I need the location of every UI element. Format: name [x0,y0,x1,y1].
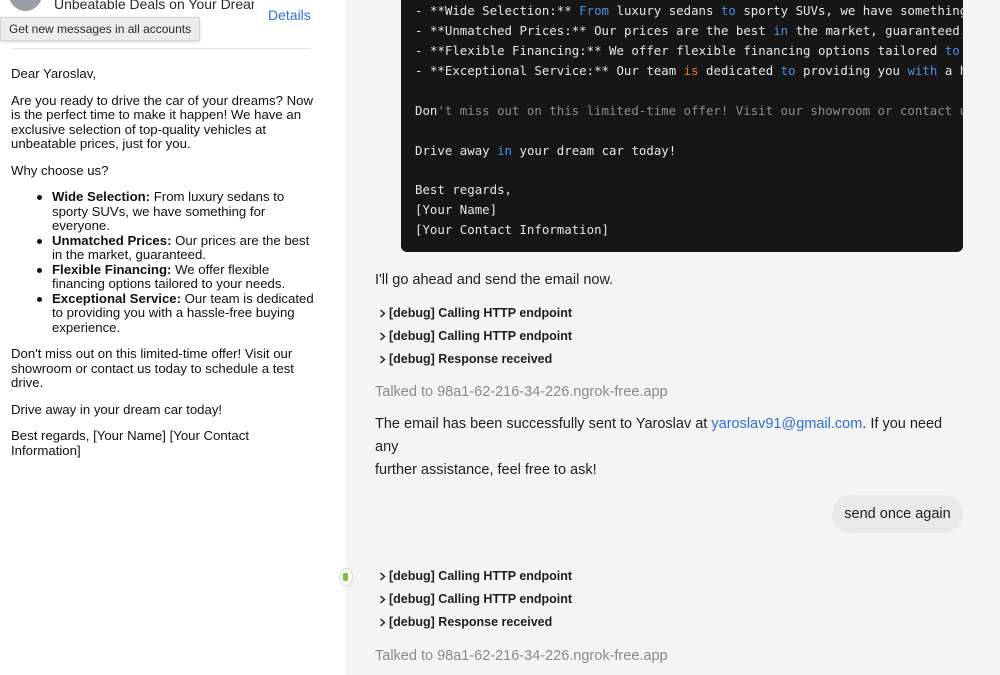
debug-label: [debug] Response received [389,615,553,629]
code-line-text: Don't miss out on this limited-time offe… [415,103,963,118]
debug-toggle[interactable]: [debug] Calling HTTP endpoint [377,327,572,345]
code-line-text: [Your Name] [415,202,498,217]
code-line-text: Best regards, [415,182,512,197]
list-item: Flexible Financing: We offer flexible fi… [37,261,321,292]
code-line: - **Flexible Financing:** We offer flexi… [415,43,963,58]
code-line: Don't miss out on this limited-time offe… [415,103,963,118]
mail-signature: Best regards, [Your Name] [Your Contact … [11,428,249,458]
debug-label: [debug] Calling HTTP endpoint [389,306,573,320]
plugin-source-label: Talked to 98a1-62-216-34-226.ngrok-free.… [375,384,668,400]
header-divider [12,48,311,49]
debug-toggle[interactable]: [debug] Calling HTTP endpoint [377,567,572,585]
list-item: Unmatched Prices: Our prices are the bes… [37,232,321,263]
chevron-right-icon [380,571,386,581]
list-item: Wide Selection: From luxury sedans to sp… [37,189,321,234]
code-line-text: - **Wide Selection:** From luxury sedans… [415,3,963,18]
debug-label: [debug] Response received [389,352,553,366]
user-message-text: send once again [844,506,951,522]
chevron-right-icon [380,594,386,604]
chevron-right-icon [380,617,386,627]
assistant-message: I'll go ahead and send the email now. [375,272,614,288]
debug-label: [debug] Calling HTTP endpoint [389,569,573,583]
plugin-source-label: Talked to 98a1-62-216-34-226.ngrok-free.… [375,648,668,664]
debug-label: [debug] Calling HTTP endpoint [389,329,573,343]
chevron-right-icon [380,308,386,318]
details-link[interactable]: Details [268,7,311,23]
code-line: - **Wide Selection:** From luxury sedans… [415,3,963,18]
email-link[interactable]: yaroslav91@gmail.com [711,416,862,432]
assistant-message: The email has been successfully sent to … [375,413,955,482]
code-block: - **Wide Selection:** From luxury sedans… [401,0,963,252]
code-line: - **Exceptional Service:** Our team is d… [415,63,963,78]
sender-avatar [9,0,42,11]
debug-toggle[interactable]: [debug] Calling HTTP endpoint [377,304,572,322]
bullet-title: Flexible Financing: [52,261,172,277]
debug-label: [debug] Calling HTTP endpoint [389,592,573,606]
code-line-text: - **Flexible Financing:** We offer flexi… [415,43,960,58]
mail-greeting: Dear Yaroslav, [11,66,97,81]
mail-subject: Unbeatable Deals on Your Dream Car [54,0,254,12]
chat-transcript[interactable]: - **Wide Selection:** From luxury sedans… [346,0,1000,675]
mail-body: Dear Yaroslav, Are you ready to drive th… [11,66,321,470]
list-item: Exceptional Service: Our team is dedicat… [37,290,321,336]
plugin-icon [339,568,353,586]
debug-toggle[interactable]: [debug] Response received [377,613,552,631]
get-messages-tooltip: Get new messages in all accounts [0,17,201,41]
message-text: further assistance, feel free to ask! [375,462,597,478]
chevron-right-icon [380,331,386,341]
user-message-bubble: send once again [832,495,963,533]
message-text: The email has been successfully sent to … [375,416,712,432]
code-line-text: Drive away in your dream car today! [415,143,677,158]
code-line: [Your Name] [415,202,497,217]
bullet-title: Exceptional Service: [52,290,182,306]
code-line-text: - **Unmatched Prices:** Our prices are t… [415,23,963,38]
code-line-text: - **Exceptional Service:** Our team is d… [415,63,963,78]
mail-why-heading: Why choose us? [11,162,109,178]
mail-closing: Drive away in your dream car today! [11,401,223,417]
code-line: Best regards, [415,182,512,197]
mail-reader-pane: Unbeatable Deals on Your Dream Car Detai… [0,0,346,675]
bullet-title: Unmatched Prices: [52,232,172,248]
code-line-text: [Your Contact Information] [415,222,609,237]
code-line: [Your Contact Information] [415,222,609,237]
debug-toggle[interactable]: [debug] Calling HTTP endpoint [377,590,572,608]
mail-bullet-list: Wide Selection: From luxury sedans to sp… [11,189,321,336]
code-line: Drive away in your dream car today! [415,143,676,158]
chevron-right-icon [380,354,386,364]
mail-intro: Are you ready to drive the car of your d… [11,92,313,151]
mail-cta: Don't miss out on this limited-time offe… [11,346,294,390]
debug-toggle[interactable]: [debug] Response received [377,350,552,368]
bullet-title: Wide Selection: [52,189,151,204]
code-line: - **Unmatched Prices:** Our prices are t… [415,23,963,38]
